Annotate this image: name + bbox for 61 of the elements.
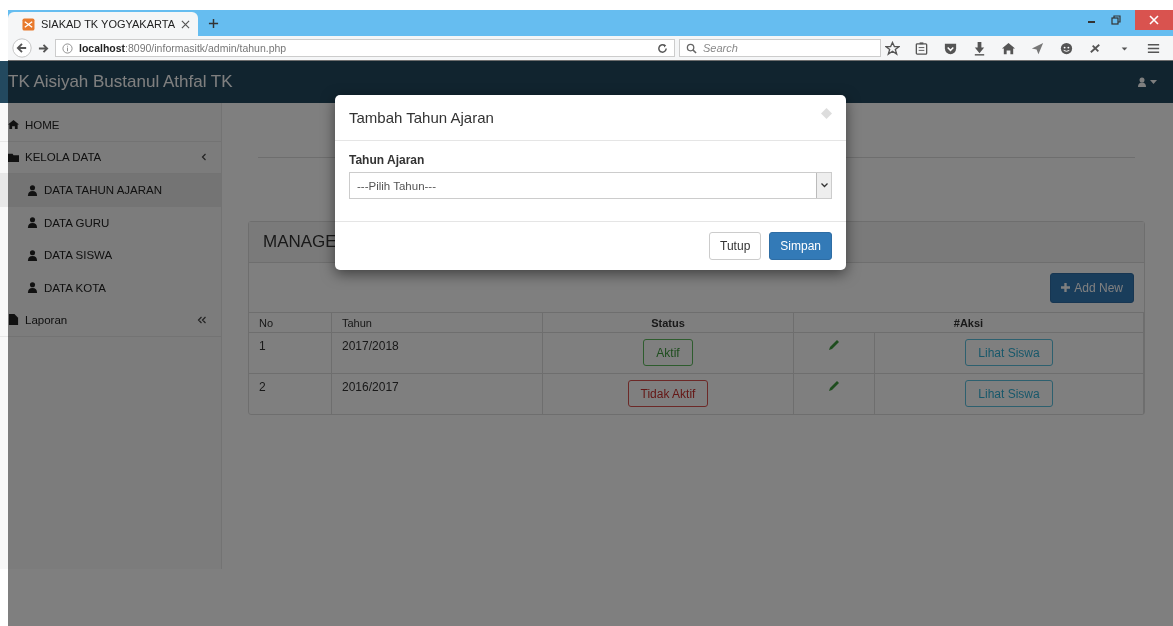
brand-title[interactable]: TK Aisiyah Bustanul Athfal TK (8, 72, 233, 92)
column-header: #Aksi (793, 312, 1144, 333)
close-icon (1149, 15, 1159, 25)
sidebar-subitem[interactable]: DATA SISWA (0, 239, 221, 272)
column-header: Status (542, 312, 794, 333)
user-menu-button[interactable] (1138, 77, 1157, 87)
table-cell: 2016/2017 (331, 373, 543, 414)
back-icon[interactable] (12, 38, 32, 58)
column-header: Tahun (331, 312, 543, 333)
chat-icon[interactable] (1059, 40, 1074, 56)
sidebar-subitem[interactable]: DATA TAHUN AJARAN (0, 174, 221, 207)
plus-icon[interactable] (208, 18, 219, 29)
add-new-button[interactable]: Add New (1050, 272, 1134, 303)
star-icon[interactable] (885, 40, 900, 56)
edit-icon[interactable] (828, 380, 840, 392)
sidebar-subitem[interactable]: DATA GURU (0, 206, 221, 239)
close-window-button[interactable] (1135, 10, 1173, 30)
restore-icon[interactable] (1111, 15, 1121, 25)
table-cell: 2 (249, 373, 332, 414)
status-button[interactable]: Aktif (643, 339, 693, 366)
field-label: Tahun Ajaran (349, 153, 426, 167)
column-header: No (249, 312, 332, 333)
user-icon (27, 217, 38, 229)
home-icon (8, 119, 19, 131)
tab-title: SIAKAD TK YOGYAKARTA (40, 18, 176, 30)
chevron-down-icon (820, 183, 828, 188)
user-icon (1138, 77, 1146, 87)
send-icon[interactable] (1030, 40, 1045, 56)
user-icon (27, 184, 38, 196)
browser-tab[interactable]: SIAKAD TK YOGYAKARTA (8, 12, 198, 36)
chevron-left-icon (201, 153, 207, 162)
table-cell: 2017/2018 (331, 332, 543, 374)
search-field[interactable]: Search (679, 39, 881, 57)
info-icon (62, 42, 73, 54)
save-button[interactable]: Simpan (769, 232, 832, 260)
home-icon[interactable] (1001, 40, 1016, 56)
forward-icon[interactable] (38, 42, 49, 54)
sidebar-subitem[interactable]: DATA KOTA (0, 271, 221, 304)
status-button[interactable]: Tidak Aktif (627, 380, 709, 407)
modal-title: Tambah Tahun Ajaran (349, 109, 494, 126)
double-chevron-left-icon (197, 315, 207, 324)
edit-icon[interactable] (828, 339, 840, 351)
search-icon (686, 42, 697, 54)
file-icon (8, 314, 19, 326)
user-icon (27, 249, 38, 261)
close-button[interactable]: Tutup (709, 232, 762, 260)
plus-icon (1061, 283, 1071, 292)
year-select[interactable]: ---Pilih Tahun--- (349, 172, 832, 199)
sidebar-item[interactable]: Laporan (0, 304, 221, 337)
panel-title: MANAGE (263, 232, 337, 252)
user-icon (27, 282, 38, 294)
clipboard-icon[interactable] (914, 40, 929, 56)
close-icon[interactable] (181, 19, 190, 29)
favicon-icon (22, 17, 35, 31)
reload-icon[interactable] (657, 42, 668, 54)
download-icon[interactable] (972, 40, 987, 56)
caret-icon (1150, 80, 1157, 84)
sidebar-item[interactable]: HOME (0, 109, 221, 142)
table-cell: 1 (249, 332, 332, 374)
address-field[interactable]: localhost:8090/informasitk/admin/tahun.php (55, 39, 675, 57)
folder-icon (8, 151, 19, 163)
